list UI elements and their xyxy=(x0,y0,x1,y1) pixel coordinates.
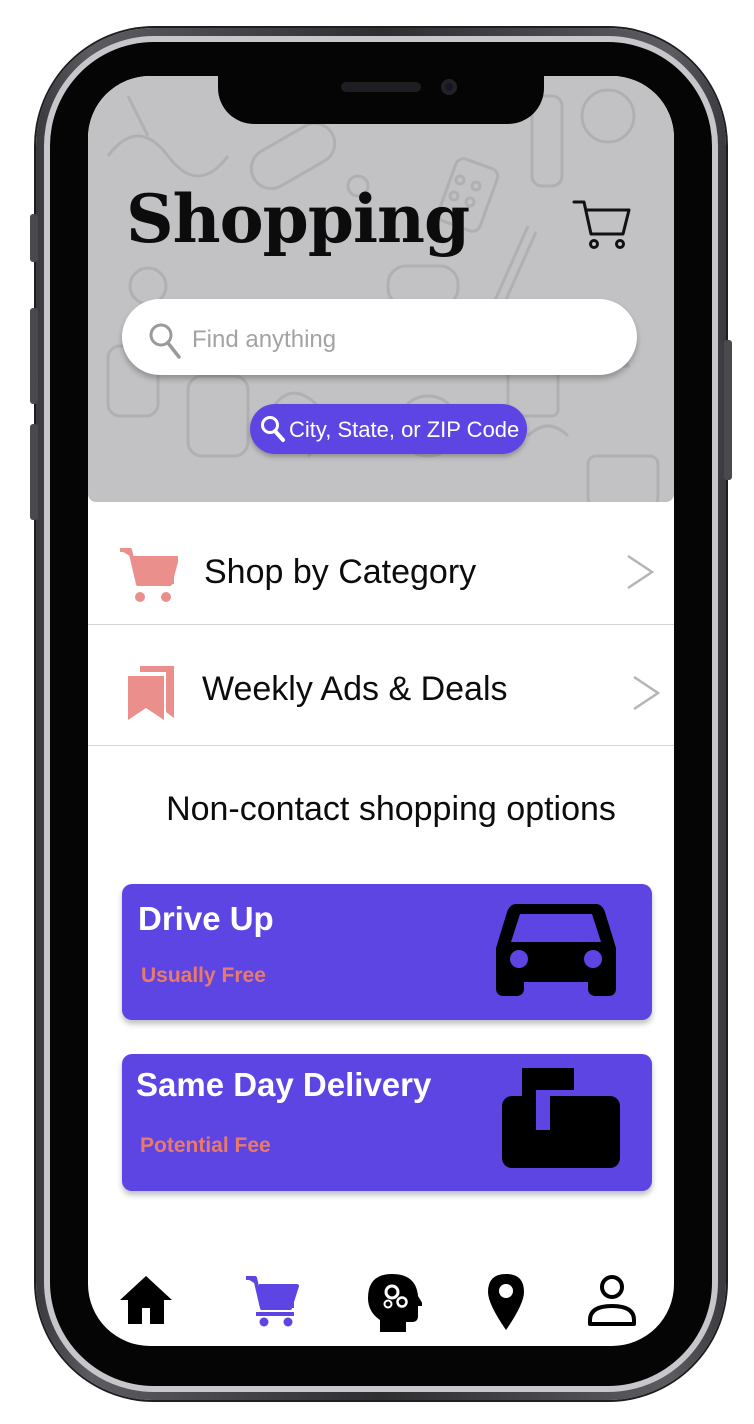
volume-down-button xyxy=(30,424,38,520)
shopping-cart-icon xyxy=(246,1276,299,1327)
location-search-label: City, State, or ZIP Code xyxy=(289,417,520,442)
menu-item-label: Shop by Category xyxy=(204,553,477,591)
nav-wellness[interactable] xyxy=(366,1272,424,1332)
power-button xyxy=(724,340,732,480)
page-title: Shopping xyxy=(126,180,470,258)
card-title: Same Day Delivery xyxy=(136,1066,432,1103)
person-icon xyxy=(588,1275,636,1326)
location-search-icon xyxy=(260,415,286,443)
volume-up-button xyxy=(30,308,38,404)
shopping-cart-icon xyxy=(118,546,179,604)
speaker-grille xyxy=(341,82,421,92)
search-icon xyxy=(148,322,182,360)
mailbox-icon xyxy=(500,1066,622,1170)
mute-switch xyxy=(30,214,38,262)
car-icon xyxy=(494,898,618,998)
nav-home[interactable] xyxy=(118,1272,174,1328)
nav-locations[interactable] xyxy=(478,1272,534,1332)
location-pin-icon xyxy=(488,1274,524,1330)
section-title: Non-contact shopping options xyxy=(166,790,616,828)
nav-account[interactable] xyxy=(584,1272,640,1328)
divider xyxy=(88,745,674,746)
chevron-right-icon xyxy=(626,554,656,590)
card-subtitle: Usually Free xyxy=(141,964,266,987)
home-icon xyxy=(120,1276,172,1324)
card-subtitle: Potential Fee xyxy=(140,1134,271,1157)
front-camera xyxy=(441,79,457,95)
shopping-cart-icon xyxy=(572,200,631,249)
head-gears-icon xyxy=(368,1274,424,1332)
chevron-right-icon xyxy=(632,675,662,711)
cart-button[interactable] xyxy=(572,196,632,252)
menu-item-label: Weekly Ads & Deals xyxy=(202,670,508,708)
bookmarks-icon xyxy=(126,664,176,722)
nav-shop[interactable] xyxy=(244,1272,300,1328)
card-title: Drive Up xyxy=(138,900,274,937)
search-input[interactable] xyxy=(192,318,612,362)
